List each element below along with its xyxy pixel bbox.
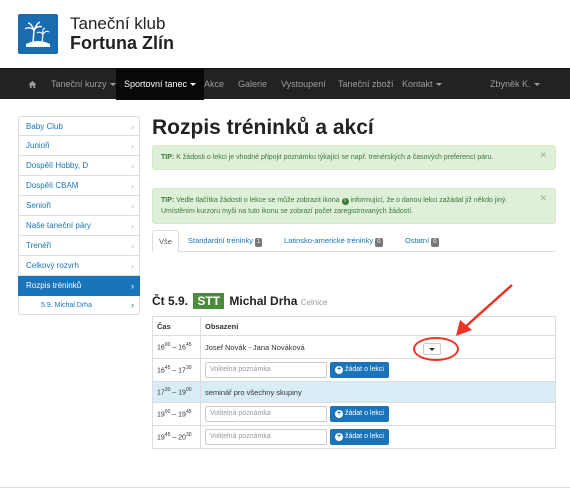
nav-vystoupeni[interactable]: Vystoupení bbox=[275, 69, 332, 100]
chevron-down-icon bbox=[190, 83, 197, 87]
chevron-down-icon bbox=[435, 83, 442, 87]
sidebar-item-seniori[interactable]: Senioři › bbox=[18, 196, 140, 216]
chevron-right-icon: › bbox=[131, 141, 134, 151]
sidebar-item-celkovy-rozvrh[interactable]: Celkový rozvrh › bbox=[18, 256, 140, 276]
time-cell: 1945 – 2030 bbox=[152, 425, 201, 449]
sidebar-item-dospeli-cbam[interactable]: Dospělí CBAM › bbox=[18, 176, 140, 196]
tip-alert-note: TIP: K žádosti o lekci je vhodné připoji… bbox=[152, 145, 556, 170]
chevron-right-icon: › bbox=[131, 122, 134, 132]
column-header-time: Čas bbox=[152, 316, 201, 336]
time-cell: 1730 – 1900 bbox=[152, 381, 201, 403]
nav-taneci-kurzy[interactable]: Taneční kurzy bbox=[44, 69, 123, 100]
chevron-down-icon bbox=[109, 83, 116, 87]
nav-tanecni-zbozi[interactable]: Taneční zboží bbox=[332, 69, 400, 100]
request-cell: Volitelná poznámka + žádat o lekci bbox=[200, 425, 556, 449]
filter-tabs: Vše Standardní tréninky 1 Latinsko-americ… bbox=[152, 230, 556, 253]
session-heading: Čt 5.9. STT Michal Drha Celnice bbox=[152, 293, 327, 309]
sidebar-nav: Baby Club › Junioři › Dospělí Hobby, D › Do… bbox=[18, 116, 140, 315]
request-lesson-button[interactable]: + žádat o lekci bbox=[330, 406, 389, 422]
table-row: 1900 – 1945 Volitelná poznámka + žádat o l… bbox=[152, 402, 556, 426]
brand-title-line1[interactable]: Taneční klub bbox=[70, 14, 165, 34]
session-trainer: Michal Drha bbox=[229, 294, 298, 308]
close-icon[interactable]: ✕ bbox=[539, 150, 547, 161]
close-icon[interactable]: ✕ bbox=[539, 193, 547, 204]
session-type-tag: STT bbox=[193, 293, 225, 309]
main-navbar: Taneční kurzy Sportovní tanec Akce Galer… bbox=[0, 68, 570, 100]
time-cell: 1645 – 1730 bbox=[152, 358, 201, 382]
request-cell: Volitelná poznámka + žádat o lekci bbox=[200, 358, 556, 382]
table-row: 1645 – 1730 Volitelná poznámka + žádat o l… bbox=[152, 358, 556, 382]
tip-alert-info-icon: TIP: Vedle tlačítka žádosti o lekce se m… bbox=[152, 188, 556, 224]
tip-text: K žádosti o lekci je vhodné připojit poz… bbox=[176, 154, 494, 161]
chevron-right-icon: › bbox=[131, 241, 134, 251]
chevron-right-icon: › bbox=[131, 161, 134, 171]
nav-sportovni-tanec[interactable]: Sportovní tanec bbox=[116, 69, 205, 100]
tab-latinsko-americke[interactable]: Latinsko-americké tréninky 0 bbox=[284, 230, 383, 252]
site-header: Taneční klub Fortuna Zlín bbox=[0, 0, 570, 68]
count-badge: 0 bbox=[431, 238, 439, 247]
page-title: Rozpis tréninků a akcí bbox=[152, 116, 374, 139]
chevron-down-icon bbox=[533, 83, 540, 87]
sidebar-item-dospeli-hobby[interactable]: Dospělí Hobby, D › bbox=[18, 156, 140, 176]
sidebar-item-nase-pary[interactable]: Naše taneční páry › bbox=[18, 216, 140, 236]
request-lesson-button[interactable]: + žádat o lekci bbox=[330, 362, 389, 378]
nav-kontakt[interactable]: Kontakt bbox=[396, 69, 448, 100]
nav-akce[interactable]: Akce bbox=[198, 69, 230, 100]
sidebar-item-treneri[interactable]: Trenéři › bbox=[18, 236, 140, 256]
time-cell: 1900 – 1945 bbox=[152, 402, 201, 426]
request-lesson-button[interactable]: + žádat o lekci bbox=[330, 429, 389, 445]
annotation-arrow-icon bbox=[456, 284, 513, 336]
sidebar-subitem-michal-drha[interactable]: 5.9. Michal Drha › bbox=[18, 296, 140, 315]
note-input[interactable]: Volitelná poznámka bbox=[205, 429, 327, 445]
plus-icon: + bbox=[335, 366, 343, 374]
session-day: Čt 5.9. bbox=[152, 294, 189, 308]
chevron-right-icon: › bbox=[131, 300, 134, 310]
table-row: 1945 – 2030 Volitelná poznámka + žádat o l… bbox=[152, 425, 556, 449]
request-cell: Volitelná poznámka + žádat o lekci bbox=[200, 402, 556, 426]
brand-title-line2[interactable]: Fortuna Zlín bbox=[70, 33, 174, 54]
info-icon: i bbox=[341, 198, 349, 205]
chevron-right-icon: › bbox=[131, 181, 134, 191]
chevron-right-icon: › bbox=[131, 281, 134, 291]
tip-label: TIP: bbox=[161, 197, 175, 204]
tip-text-a: Vedle tlačítka žádosti o lekce se může z… bbox=[176, 197, 340, 204]
chevron-right-icon: › bbox=[131, 261, 134, 271]
sidebar-item-juniori[interactable]: Junioři › bbox=[18, 136, 140, 156]
tab-vse[interactable]: Vše bbox=[152, 230, 179, 253]
sidebar-item-baby-club[interactable]: Baby Club › bbox=[18, 116, 140, 136]
nav-galerie[interactable]: Galerie bbox=[232, 69, 273, 100]
session-venue: Celnice bbox=[300, 298, 328, 307]
tab-ostatni[interactable]: Ostatní 0 bbox=[405, 230, 439, 252]
note-input[interactable]: Volitelná poznámka bbox=[205, 406, 327, 422]
tab-standardni[interactable]: Standardní tréninky 1 bbox=[188, 230, 263, 252]
note-input[interactable]: Volitelná poznámka bbox=[205, 362, 327, 378]
chevron-right-icon: › bbox=[131, 221, 134, 231]
sidebar-item-rozpis-treninku[interactable]: Rozpis tréninků › bbox=[18, 276, 140, 296]
user-menu[interactable]: Zbyněk K. bbox=[484, 69, 546, 100]
tip-label: TIP: bbox=[161, 154, 175, 161]
chevron-right-icon: › bbox=[131, 201, 134, 211]
plus-icon: + bbox=[335, 410, 343, 418]
palm-island-logo[interactable] bbox=[18, 14, 58, 54]
footer-divider bbox=[0, 487, 570, 488]
seminar-cell: seminář pro všechny skupiny bbox=[200, 381, 556, 403]
plus-icon: + bbox=[335, 433, 343, 441]
count-badge: 1 bbox=[255, 238, 263, 247]
time-cell: 1600 – 1645 bbox=[152, 335, 201, 359]
table-row-seminar: 1730 – 1900 seminář pro všechny skupiny bbox=[152, 381, 556, 403]
count-badge: 0 bbox=[375, 238, 383, 247]
home-icon[interactable] bbox=[22, 69, 42, 100]
